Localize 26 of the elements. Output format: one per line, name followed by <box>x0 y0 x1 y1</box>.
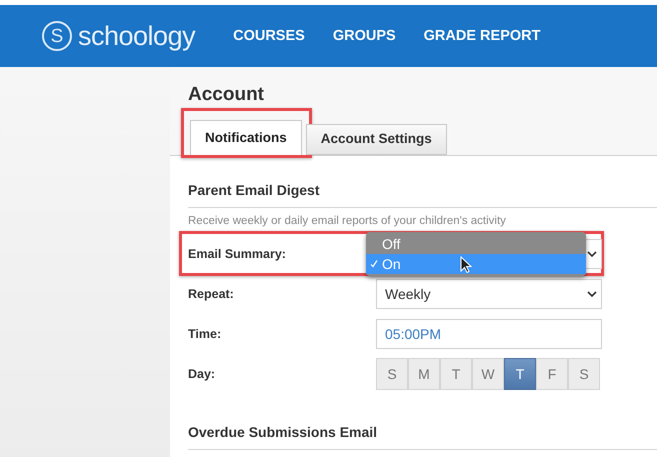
tab[interactable]: Account Settings <box>306 124 447 155</box>
nav-link[interactable]: COURSES <box>233 26 305 48</box>
field-label: Time: <box>188 327 222 341</box>
section-heading: Overdue Submissions Email <box>188 424 378 440</box>
day-toggle[interactable]: S <box>568 358 600 390</box>
section-description: Receive weekly or daily email reports of your children's activity <box>188 214 507 228</box>
field-label: Repeat: <box>188 287 234 301</box>
day-toggle[interactable]: F <box>536 358 568 390</box>
nav-link[interactable]: GRADE REPORT <box>424 26 540 48</box>
time-field[interactable]: 05:00PM <box>376 319 602 349</box>
field-label: Email Summary: <box>188 247 286 261</box>
day-toggle[interactable]: M <box>408 358 440 390</box>
dropdown-field[interactable]: Weekly <box>376 279 602 309</box>
day-toggle[interactable]: T <box>440 358 472 390</box>
logo-wordmark: schoology <box>78 22 196 50</box>
tab[interactable]: Notifications <box>190 120 302 156</box>
section-heading: Parent Email Digest <box>188 182 320 198</box>
day-toggle[interactable]: W <box>472 358 504 390</box>
day-toggle[interactable]: T <box>504 358 536 390</box>
day-toggle[interactable]: S <box>376 358 408 390</box>
field-label: Day: <box>188 367 216 381</box>
dropdown-option[interactable]: On <box>366 254 586 274</box>
logo-mark: S <box>42 21 72 51</box>
dropdown-option[interactable]: Off <box>366 234 586 254</box>
page-title: Account <box>188 85 265 104</box>
nav-link[interactable]: GROUPS <box>332 26 396 48</box>
